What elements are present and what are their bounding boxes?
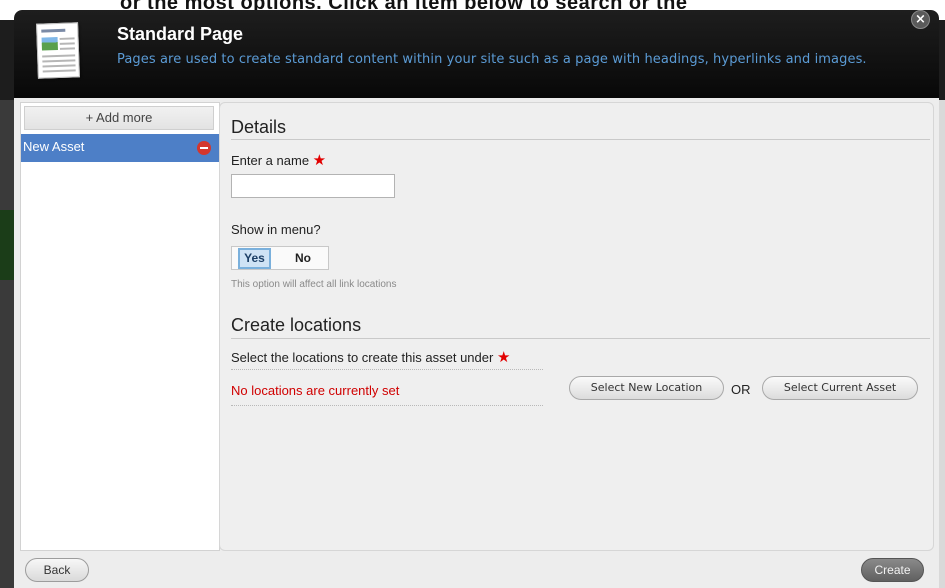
create-locations-heading: Create locations (231, 315, 362, 335)
select-new-location-button[interactable]: Select New Location (569, 376, 724, 400)
required-star-icon: ★ (496, 349, 511, 366)
show-in-menu-label: Show in menu? (231, 222, 321, 237)
standard-page-icon (36, 22, 80, 79)
backdrop-right-edge (939, 100, 945, 588)
remove-asset-icon[interactable] (197, 141, 211, 155)
backdrop-left-edge (0, 100, 14, 588)
asset-list-item[interactable]: New Asset (21, 134, 219, 162)
name-field-label: Enter a name ★ (231, 152, 327, 169)
details-heading: Details (231, 117, 287, 137)
locations-dotted-divider (231, 369, 543, 370)
dialog-subtitle: Pages are used to create standard conten… (117, 52, 867, 67)
toggle-hint-text: This option will affect all link locatio… (231, 279, 397, 290)
dialog-header: Standard Page Pages are used to create s… (14, 10, 939, 98)
asset-name-input[interactable] (231, 174, 395, 198)
asset-details-panel: Details Enter a name ★ Show in menu? Yes… (219, 102, 934, 551)
toggle-yes-button[interactable]: Yes (238, 248, 271, 269)
create-asset-dialog: Standard Page Pages are used to create s… (14, 10, 939, 588)
back-button[interactable]: Back (25, 558, 89, 582)
no-locations-message: No locations are currently set (231, 383, 400, 398)
locations-divider (231, 338, 930, 339)
select-locations-label: Select the locations to create this asse… (231, 349, 511, 366)
asset-item-label: New Asset (23, 139, 85, 154)
add-more-button[interactable]: + Add more (24, 106, 214, 130)
toggle-no-button[interactable]: No (288, 248, 318, 269)
details-divider (231, 139, 930, 140)
show-in-menu-toggle: Yes No (231, 246, 329, 270)
locations-dotted-divider-bottom (231, 405, 543, 406)
create-button[interactable]: Create (861, 558, 924, 582)
or-separator: OR (731, 382, 751, 397)
required-star-icon: ★ (312, 152, 327, 169)
asset-list-panel: + Add more New Asset (20, 102, 220, 551)
close-icon[interactable]: × (911, 10, 930, 29)
select-current-asset-button[interactable]: Select Current Asset (762, 376, 918, 400)
dialog-title: Standard Page (117, 24, 244, 44)
